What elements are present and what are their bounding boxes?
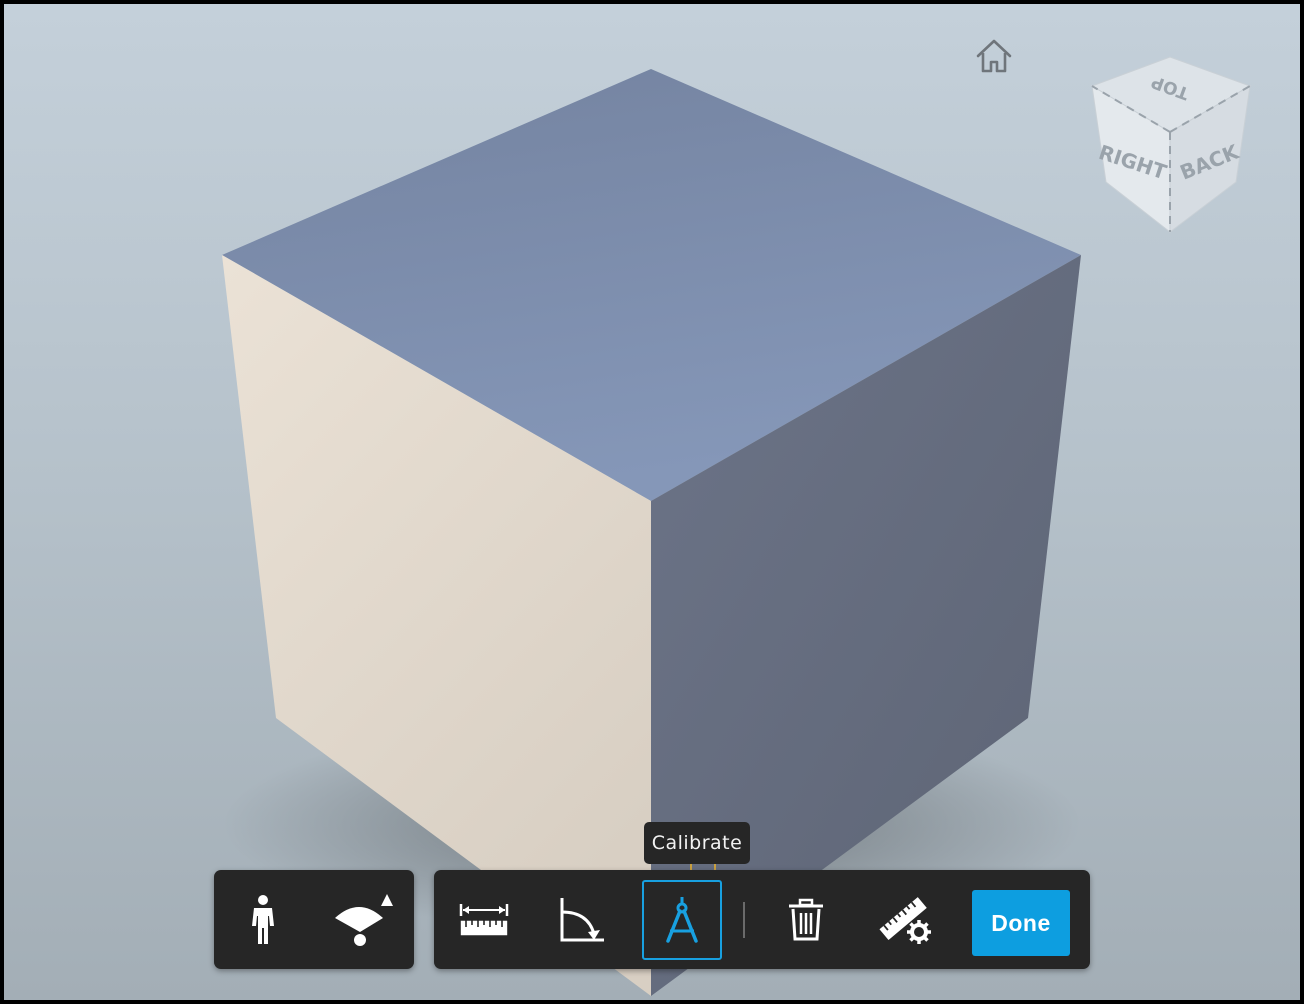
ruler-settings-icon [879,897,931,944]
navigation-toolbar [214,870,414,969]
home-icon [976,39,1012,73]
camera-fov-icon [335,894,393,946]
camera-fov-button[interactable] [323,880,403,960]
ruler-distance-icon [459,904,509,937]
done-button[interactable]: Done [972,890,1070,956]
person-icon [252,895,274,944]
toolbar-divider [743,902,745,938]
viewcube[interactable]: TOP RIGHT BACK [1084,54,1260,244]
trash-icon [789,898,823,941]
viewer-frame: TOP RIGHT BACK Calibrate Done [4,4,1300,1000]
measure-toolbar: Done [434,870,1090,969]
measure-distance-button[interactable] [444,880,524,960]
delete-measurement-button[interactable] [766,880,846,960]
home-button[interactable] [972,34,1016,78]
first-person-button[interactable] [223,880,303,960]
measure-angle-button[interactable] [542,880,622,960]
angle-icon [560,898,604,942]
calibrate-tooltip: Calibrate [644,822,750,864]
measure-settings-button[interactable] [866,880,946,960]
calibrate-button[interactable] [642,880,722,960]
compass-calibrate-icon [666,897,698,943]
